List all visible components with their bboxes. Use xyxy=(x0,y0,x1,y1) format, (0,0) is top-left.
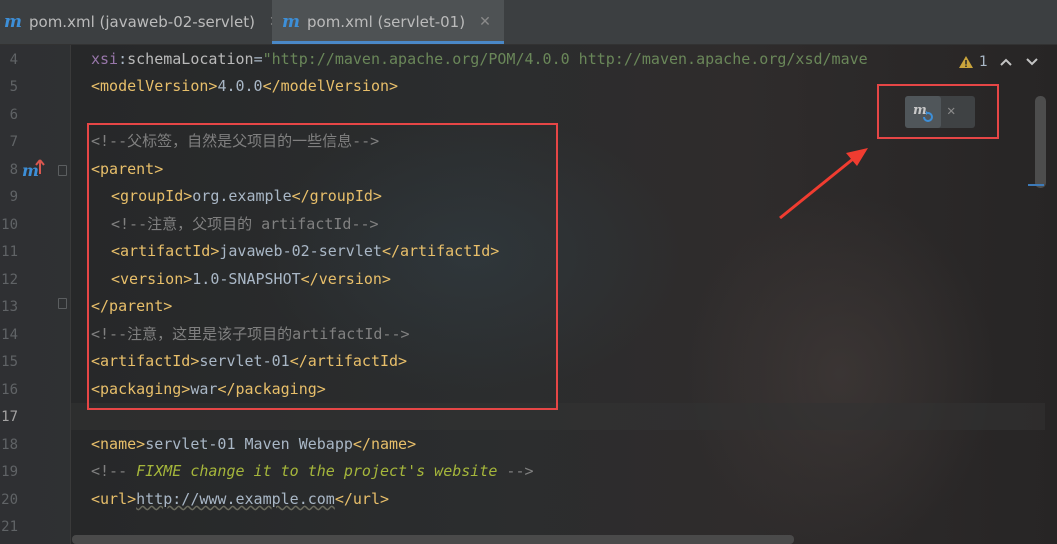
annotation-arrow-icon xyxy=(779,148,868,220)
